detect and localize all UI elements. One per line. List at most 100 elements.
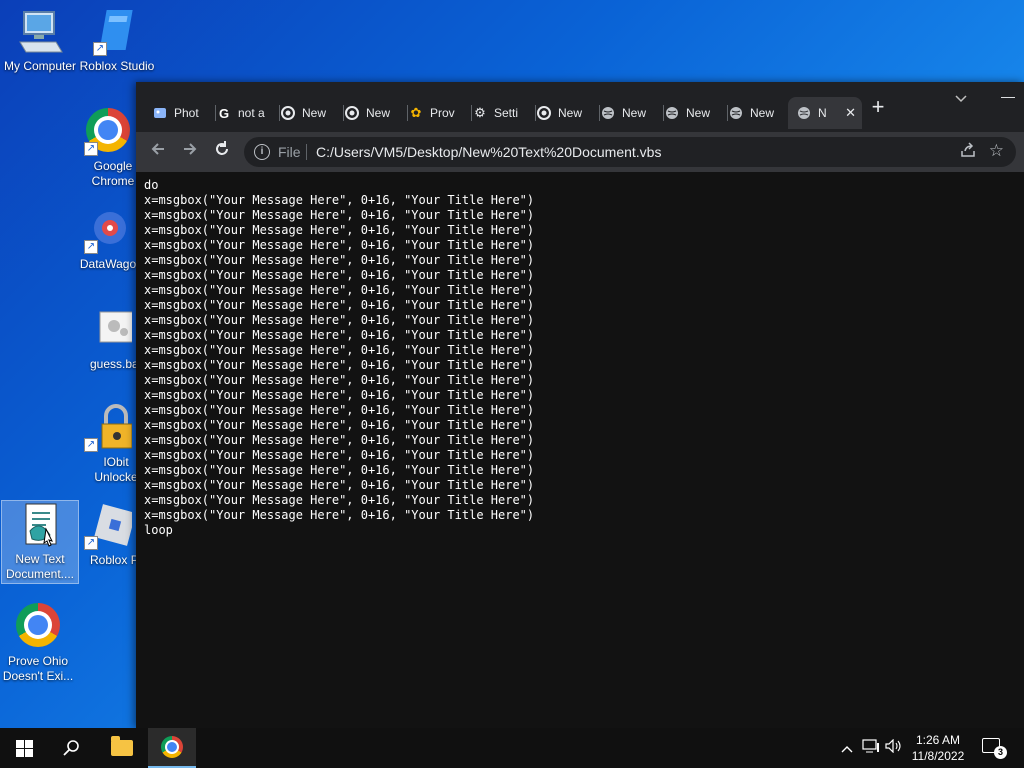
clock[interactable]: 1:26 AM 11/8/2022: [906, 732, 970, 764]
clock-time: 1:26 AM: [915, 733, 961, 747]
close-icon[interactable]: ✕: [845, 105, 856, 121]
code-line: loop: [144, 523, 173, 537]
desktop-icon-iobit-unlocker[interactable]: ↗ IObit Unlocke: [78, 404, 138, 485]
show-hidden-icons-button[interactable]: [838, 728, 856, 768]
code-line: x=msgbox("Your Message Here", 0+16, "You…: [144, 358, 535, 372]
notification-count-badge: 3: [994, 746, 1007, 759]
arrow-right-icon: [184, 143, 197, 155]
reload-button[interactable]: [210, 140, 234, 164]
code-line: x=msgbox("Your Message Here", 0+16, "You…: [144, 388, 535, 402]
code-line: x=msgbox("Your Message Here", 0+16, "You…: [144, 208, 535, 222]
tab-new-5[interactable]: New: [656, 97, 728, 129]
chrome-icon: [536, 105, 552, 121]
taskbar: 1:26 AM 11/8/2022 3: [0, 728, 1024, 768]
new-tab-button[interactable]: +: [866, 96, 890, 120]
tab-settings[interactable]: ⚙ Setti: [464, 97, 536, 129]
network-icon[interactable]: [860, 728, 882, 768]
file-explorer-button[interactable]: [98, 728, 146, 768]
desktop-icon-label: New Text Document....: [5, 552, 75, 581]
shortcut-arrow-icon: ↗: [84, 536, 98, 550]
code-line: x=msgbox("Your Message Here", 0+16, "You…: [144, 328, 535, 342]
browser-window: Phot G not a New New ✿ Prov ⚙ Setti New …: [136, 82, 1024, 728]
vbs-source-text: do x=msgbox("Your Message Here", 0+16, "Y…: [136, 172, 1024, 538]
datawago-icon: ↗: [84, 206, 132, 254]
url-text: C:/Users/VM5/Desktop/New%20Text%20Docume…: [316, 144, 662, 160]
shortcut-arrow-icon: ↗: [84, 438, 98, 452]
roblox-player-icon: ↗: [84, 502, 136, 550]
chrome-icon: [14, 603, 62, 651]
search-button[interactable]: [48, 728, 96, 768]
desktop-icon-label: DataWago: [79, 257, 137, 271]
code-line: do: [144, 178, 159, 192]
share-icon[interactable]: [960, 142, 976, 162]
globe-icon: [600, 105, 616, 121]
chrome-icon: [344, 105, 360, 121]
desktop-icon-label: Roblox Pla: [90, 553, 138, 567]
chevron-down-icon[interactable]: [954, 92, 968, 107]
arrow-left-icon: [151, 143, 164, 155]
code-line: x=msgbox("Your Message Here", 0+16, "You…: [144, 373, 535, 387]
code-line: x=msgbox("Your Message Here", 0+16, "You…: [144, 283, 535, 297]
minimize-button[interactable]: —: [996, 88, 1020, 104]
code-line: x=msgbox("Your Message Here", 0+16, "You…: [144, 253, 535, 267]
tab-not-a[interactable]: G not a: [208, 97, 280, 129]
code-line: x=msgbox("Your Message Here", 0+16, "You…: [144, 238, 535, 252]
back-button[interactable]: [146, 140, 170, 164]
bookmark-star-icon[interactable]: ☆: [989, 141, 1004, 161]
desktop-icon-guess-batch[interactable]: guess.ba: [78, 306, 138, 372]
tab-title: New: [366, 106, 391, 120]
desktop-icon-roblox-studio[interactable]: ↗ Roblox Studio: [76, 8, 158, 74]
volume-icon[interactable]: [884, 728, 904, 768]
code-line: x=msgbox("Your Message Here", 0+16, "You…: [144, 223, 535, 237]
desktop-icon-google-chrome[interactable]: ↗ Google Chrome: [78, 106, 138, 189]
globe-icon: [796, 105, 812, 121]
code-line: x=msgbox("Your Message Here", 0+16, "You…: [144, 478, 535, 492]
tab-active[interactable]: N ✕: [788, 97, 862, 129]
desktop-icon-my-computer[interactable]: My Computer: [2, 8, 78, 74]
tab-new-1[interactable]: New: [272, 97, 344, 129]
code-line: x=msgbox("Your Message Here", 0+16, "You…: [144, 448, 535, 462]
tab-new-3[interactable]: New: [528, 97, 600, 129]
tab-new-2[interactable]: New: [336, 97, 408, 129]
code-line: x=msgbox("Your Message Here", 0+16, "You…: [144, 463, 535, 477]
tab-prove[interactable]: ✿ Prov: [400, 97, 472, 129]
tab-photos[interactable]: Phot: [144, 97, 216, 129]
desktop-icon-label: Google Chrome: [91, 159, 135, 188]
roblox-studio-icon: ↗: [93, 8, 141, 56]
chrome-taskbar-button[interactable]: [148, 728, 196, 768]
desktop-icon-label: Prove Ohio Doesn't Exi...: [2, 654, 74, 683]
folder-icon: [111, 736, 133, 756]
tab-new-6[interactable]: New: [720, 97, 792, 129]
flower-icon: ✿: [410, 105, 422, 120]
chrome-icon: ↗: [84, 108, 132, 156]
desktop-icon-roblox-player[interactable]: ↗ Roblox Pla: [78, 502, 138, 568]
browser-toolbar: i File C:/Users/VM5/Desktop/New%20Text%2…: [136, 132, 1024, 172]
shortcut-arrow-icon: ↗: [84, 142, 98, 156]
tab-strip: Phot G not a New New ✿ Prov ⚙ Setti New …: [136, 82, 1024, 132]
tab-title: Phot: [174, 106, 199, 120]
desktop-icon-prove-ohio[interactable]: Prove Ohio Doesn't Exi...: [0, 601, 76, 684]
info-icon[interactable]: i: [254, 144, 270, 160]
start-button[interactable]: [0, 728, 48, 768]
code-line: x=msgbox("Your Message Here", 0+16, "You…: [144, 508, 535, 522]
chevron-up-icon: [841, 746, 853, 753]
desktop-icon-datawago[interactable]: ↗ DataWago: [78, 206, 138, 272]
code-line: x=msgbox("Your Message Here", 0+16, "You…: [144, 403, 535, 417]
forward-button[interactable]: [178, 140, 202, 164]
action-center-button[interactable]: 3: [982, 738, 1007, 759]
desktop-icon-new-text-document[interactable]: New Text Document....: [1, 500, 79, 584]
tab-title: New: [750, 106, 775, 120]
chrome-icon: [161, 736, 183, 758]
scheme-label: File: [278, 144, 301, 160]
code-line: x=msgbox("Your Message Here", 0+16, "You…: [144, 493, 535, 507]
address-bar[interactable]: i File C:/Users/VM5/Desktop/New%20Text%2…: [244, 137, 1016, 167]
chrome-icon: [280, 105, 296, 121]
code-line: x=msgbox("Your Message Here", 0+16, "You…: [144, 418, 535, 432]
vbs-script-icon: [16, 501, 64, 549]
photos-icon: [152, 105, 168, 121]
file-content-view: do x=msgbox("Your Message Here", 0+16, "Y…: [136, 172, 1024, 728]
tab-new-4[interactable]: New: [592, 97, 664, 129]
google-icon: G: [218, 105, 230, 121]
code-line: x=msgbox("Your Message Here", 0+16, "You…: [144, 268, 535, 282]
tab-title: Setti: [494, 106, 519, 120]
